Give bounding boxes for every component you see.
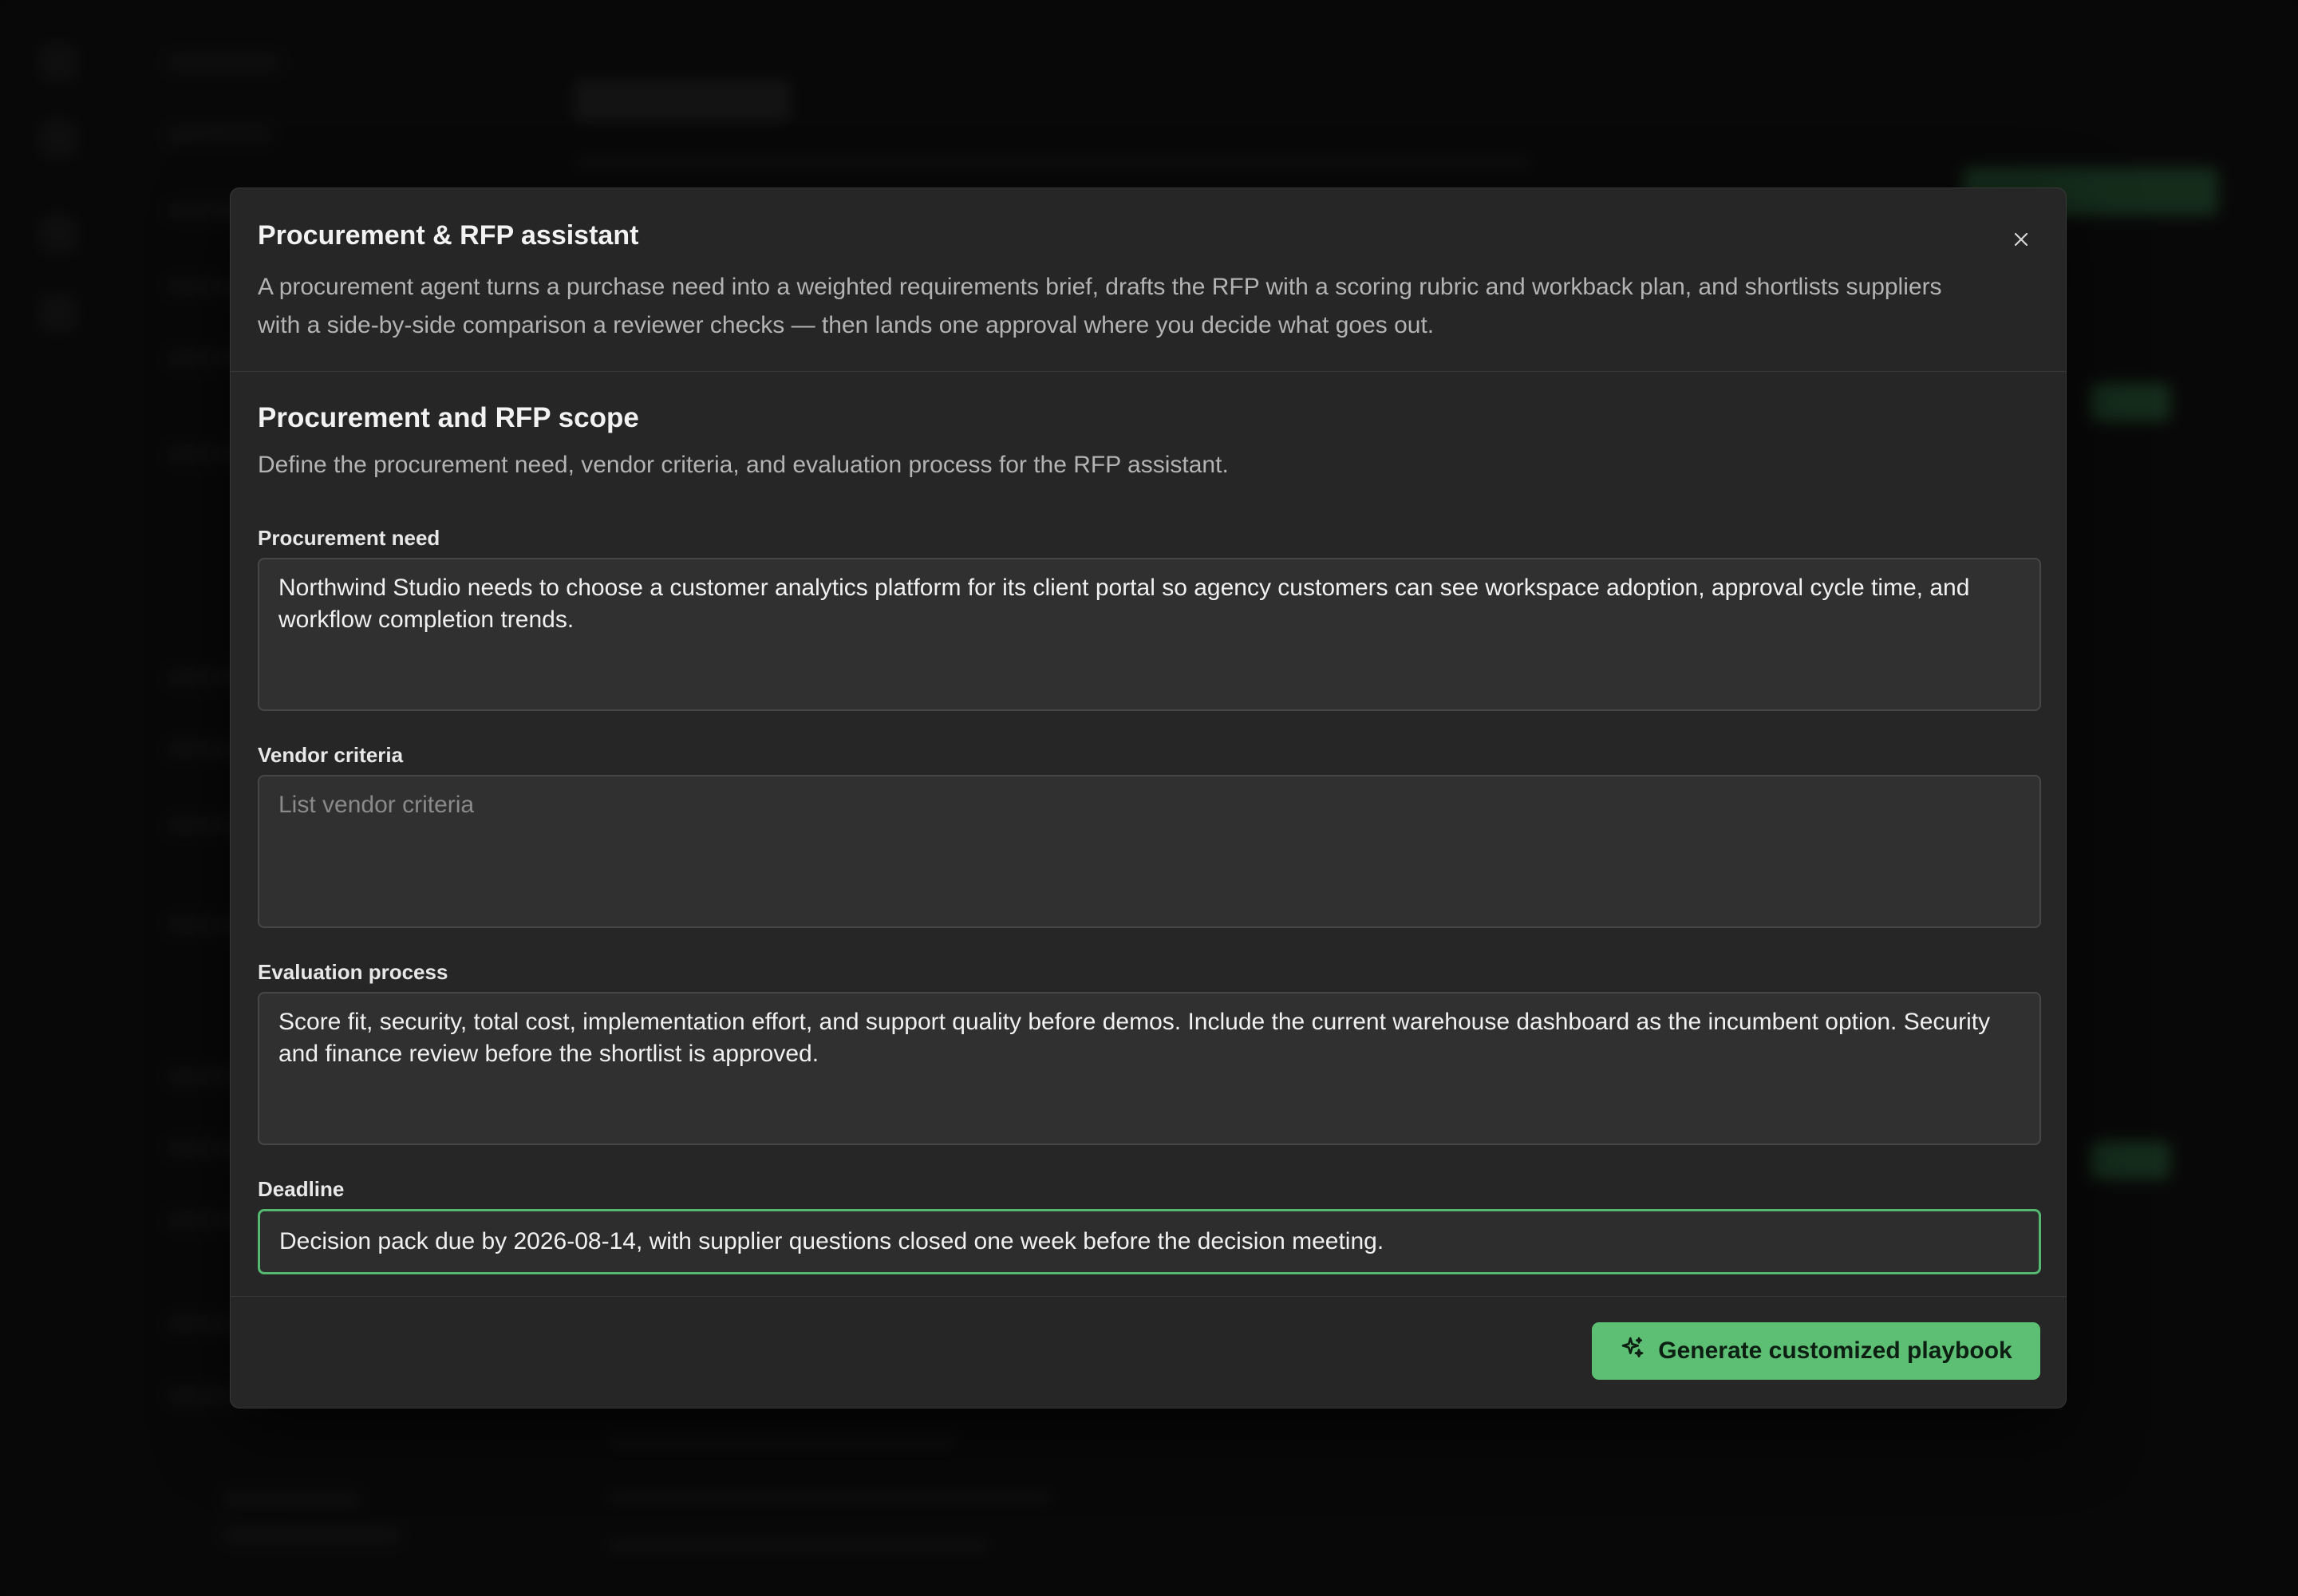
generate-playbook-label: Generate customized playbook (1658, 1337, 2012, 1364)
scope-description: Define the procurement need, vendor crit… (258, 452, 1229, 478)
vendor-criteria-label: Vendor criteria (258, 743, 404, 767)
close-button[interactable] (2005, 225, 2037, 257)
evaluation-process-textarea[interactable]: Score fit, security, total cost, impleme… (258, 992, 2041, 1145)
modal-description: A procurement agent turns a purchase nee… (258, 274, 1942, 338)
modal-title: Procurement & RFP assistant (258, 220, 639, 251)
playbook-modal: Procurement & RFP assistant A procuremen… (230, 188, 2067, 1408)
procurement-need-label: Procurement need (258, 526, 440, 550)
modal-footer: Generate customized playbook (231, 1296, 2066, 1408)
deadline-label: Deadline (258, 1177, 345, 1201)
scope-title: Procurement and RFP scope (258, 402, 639, 433)
sparkles-icon (1620, 1335, 1645, 1367)
generate-playbook-button[interactable]: Generate customized playbook (1592, 1322, 2040, 1380)
procurement-need-textarea[interactable]: Northwind Studio needs to choose a custo… (258, 558, 2041, 711)
deadline-input[interactable]: Decision pack due by 2026-08-14, with su… (258, 1209, 2041, 1274)
vendor-criteria-textarea[interactable]: List vendor criteria (258, 775, 2041, 928)
modal-header: Procurement & RFP assistant A procuremen… (231, 188, 2066, 372)
close-icon (2012, 230, 2031, 253)
evaluation-process-label: Evaluation process (258, 960, 448, 984)
